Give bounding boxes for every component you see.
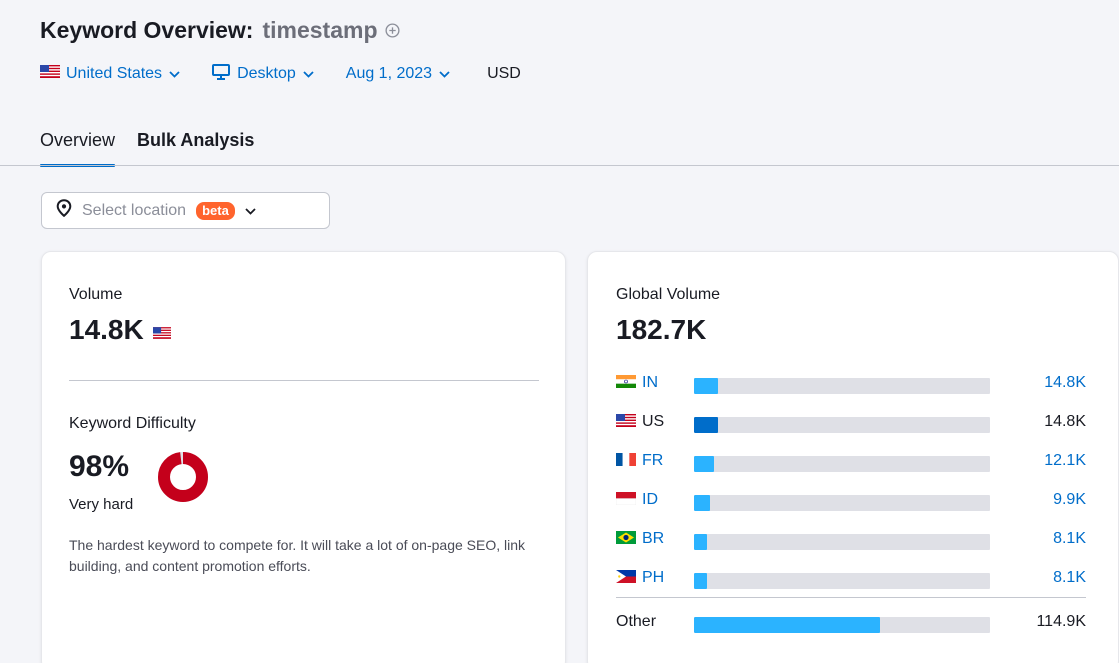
date-dropdown[interactable]: Aug 1, 2023 — [346, 65, 450, 83]
country-code[interactable]: FR — [642, 452, 663, 470]
tab-bulk-analysis[interactable]: Bulk Analysis — [137, 126, 254, 166]
card-divider — [69, 380, 539, 381]
country-row-us: US 14.8K — [616, 411, 1086, 435]
france-flag-icon — [616, 453, 636, 471]
beta-badge: beta — [196, 201, 235, 220]
chevron-down-icon — [245, 202, 256, 220]
volume-bar-track — [694, 417, 990, 433]
filter-bar: United States Desktop Aug 1, 2023 USD — [40, 62, 521, 86]
volume-bar-track — [694, 534, 990, 550]
us-flag-icon — [152, 314, 171, 346]
volume-bar-track — [694, 378, 990, 394]
kd-value: 98% — [69, 450, 130, 483]
date-label: Aug 1, 2023 — [345, 65, 433, 82]
country-row-other: Other 114.9K — [616, 611, 1086, 635]
monitor-icon — [212, 63, 231, 85]
chevron-down-icon — [439, 65, 450, 83]
kd-description: The hardest keyword to compete for. It w… — [69, 537, 526, 574]
kd-level: Very hard — [69, 496, 134, 513]
country-volume-value[interactable]: 8.1K — [1053, 569, 1086, 587]
country-volume-value[interactable]: 12.1K — [1044, 452, 1086, 470]
currency-label: USD — [487, 65, 521, 82]
volume-bar-fill — [694, 417, 718, 433]
location-pin-icon — [56, 199, 72, 222]
brazil-flag-icon — [616, 531, 636, 549]
device-dropdown[interactable]: Desktop — [212, 63, 314, 85]
us-flag-icon — [616, 414, 636, 432]
page-title-text: Keyword Overview: — [40, 16, 254, 43]
kd-donut-chart — [158, 452, 208, 502]
country-code[interactable]: ID — [642, 491, 658, 509]
country-volume-value[interactable]: 8.1K — [1053, 530, 1086, 548]
other-volume-value: 114.9K — [1036, 613, 1086, 630]
page-title: Keyword Overview: timestamp — [40, 14, 401, 46]
country-volume-value: 14.8K — [1044, 413, 1086, 430]
global-volume-card: Global Volume 182.7K IN 14.8K US 14.8K FR 12.… — [587, 251, 1119, 663]
country-code: US — [642, 413, 665, 430]
chevron-down-icon — [303, 65, 314, 83]
add-circle-icon[interactable] — [384, 22, 401, 39]
tab-divider — [0, 165, 1119, 166]
volume-bar-fill — [694, 573, 708, 589]
india-flag-icon — [616, 375, 636, 393]
device-label: Desktop — [237, 65, 296, 82]
tab-bar: Overview Bulk Analysis — [40, 126, 276, 167]
country-row-id: ID 9.9K — [615, 489, 1086, 513]
volume-value-row: 14.8K — [69, 314, 171, 346]
location-placeholder: Select location — [82, 201, 187, 219]
other-divider — [616, 597, 1086, 598]
volume-bar-fill — [694, 617, 881, 633]
volume-bar-fill — [694, 378, 718, 394]
volume-bar-fill — [694, 534, 708, 550]
country-code[interactable]: BR — [642, 530, 664, 548]
volume-card: Volume 14.8K Keyword Difficulty 98% Very… — [41, 251, 566, 663]
other-label: Other — [616, 613, 657, 630]
volume-bar-fill — [694, 456, 714, 472]
country-dropdown[interactable]: United States — [40, 65, 180, 83]
country-code[interactable]: IN — [642, 374, 658, 392]
tab-overview[interactable]: Overview — [40, 126, 116, 167]
country-row-br: BR 8.1K — [616, 528, 1086, 552]
kd-label: Keyword Difficulty — [69, 415, 196, 432]
country-row-in: IN 14.8K — [616, 372, 1086, 396]
global-volume-value: 182.7K — [616, 314, 707, 345]
chevron-down-icon — [169, 65, 180, 83]
volume-bar-track — [694, 617, 990, 633]
keyword-text: timestamp — [262, 16, 378, 43]
country-code[interactable]: PH — [642, 569, 664, 587]
country-volume-value[interactable]: 9.9K — [1053, 491, 1086, 509]
indonesia-flag-icon — [615, 492, 637, 510]
country-label: United States — [66, 65, 163, 82]
keyword-overview-page: Keyword Overview: timestamp United State… — [0, 0, 1119, 663]
volume-bar-track — [694, 573, 990, 589]
volume-bar-track — [694, 456, 990, 472]
philippines-flag-icon — [616, 570, 636, 588]
volume-bar-fill — [694, 495, 710, 511]
country-row-ph: PH 8.1K — [616, 567, 1086, 591]
country-row-fr: FR 12.1K — [616, 450, 1086, 474]
volume-value: 14.8K — [69, 314, 144, 345]
volume-label: Volume — [69, 286, 123, 303]
us-flag-icon — [40, 65, 60, 83]
country-volume-value[interactable]: 14.8K — [1044, 374, 1086, 392]
global-volume-label: Global Volume — [616, 286, 721, 303]
location-select[interactable]: Select location beta — [41, 192, 330, 229]
volume-bar-track — [694, 495, 990, 511]
